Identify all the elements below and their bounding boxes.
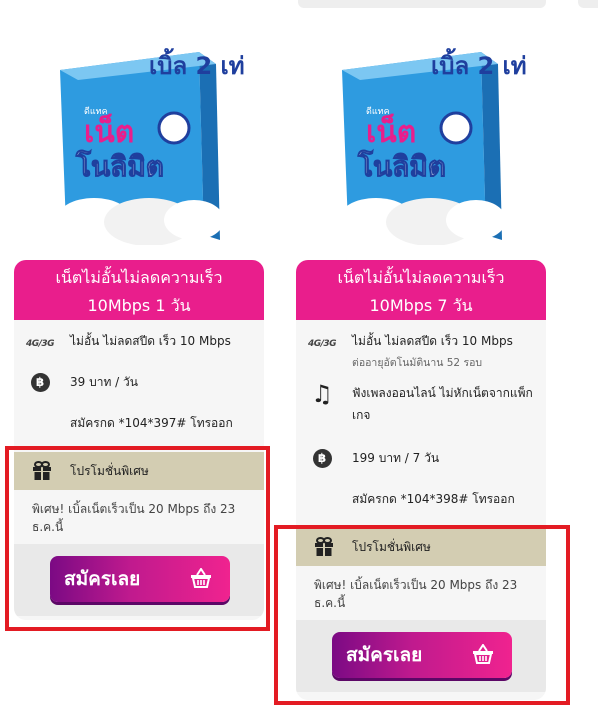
baht-coin-icon: ฿ <box>310 446 334 470</box>
svg-text:เน็ต: เน็ต <box>84 113 134 150</box>
cta-area: สมัครเลย <box>296 620 546 692</box>
feature-dial: สมัครกด *104*397# โทรออก <box>14 408 264 452</box>
package-panel: เน็ตไม่อั้นไม่ลดความเร็ว 10Mbps 7 วัน 4G… <box>296 260 546 700</box>
promo-label: โปรโมชั่นพิเศษ <box>352 540 431 554</box>
promo-label: โปรโมชั่นพิเศษ <box>70 464 149 478</box>
svg-text:โนลิมิต: โนลิมิต <box>357 149 446 183</box>
feature-price-text: 39 บาท / วัน <box>70 375 138 389</box>
feature-dial: สมัครกด *104*398# โทรออก <box>296 484 546 528</box>
feature-dial-text: สมัครกด *104*397# โทรออก <box>70 416 233 430</box>
package-speed-duration: 10Mbps 7 วัน <box>369 296 473 315</box>
svg-text:เบิ้ล 2 เท่า: เบิ้ล 2 เท่า <box>149 47 244 80</box>
feature-price-text: 199 บาท / 7 วัน <box>352 451 440 465</box>
feature-music-text: ฟังเพลงออนไลน์ ไม่หักเน็ตจากแพ็กเกจ <box>352 386 533 422</box>
baht-coin-icon: ฿ <box>28 370 52 394</box>
music-note-icon: ♫ <box>311 380 333 408</box>
gift-icon <box>315 537 333 556</box>
feature-speed-text: ไม่อั้น ไม่ลดสปีด เร็ว 10 Mbps <box>352 334 513 348</box>
feature-price: ฿ 199 บาท / 7 วัน <box>296 446 546 484</box>
network-4g-3g-icon: 4G/3G <box>25 339 55 349</box>
feature-speed-text: ไม่อั้น ไม่ลดสปีด เร็ว 10 Mbps <box>70 334 231 348</box>
subscribe-button[interactable]: สมัครเลย <box>50 556 230 602</box>
promo-detail: พิเศษ! เบิ้ลเน็ตเร็วเป็น 20 Mbps ถึง 23 … <box>14 490 264 544</box>
subscribe-button-label: สมัครเลย <box>64 568 141 590</box>
network-4g-3g-icon: 4G/3G <box>307 339 337 349</box>
package-title: เน็ตไม่อั้นไม่ลดความเร็ว <box>337 268 505 287</box>
promo-bar: โปรโมชั่นพิเศษ <box>296 528 546 566</box>
top-strip <box>298 0 546 8</box>
package-speed-duration: 10Mbps 1 วัน <box>87 296 191 315</box>
feature-speed: 4G/3G ไม่อั้น ไม่ลดสปีด เร็ว 10 Mbps <box>14 332 264 370</box>
subscribe-button-label: สมัครเลย <box>346 644 423 666</box>
subscribe-button[interactable]: สมัครเลย <box>332 632 512 678</box>
cta-area: สมัครเลย <box>14 544 264 616</box>
package-box-illustration: เบิ้ล 2 เท่า ดีแทค เน็ต โนลิมิต <box>338 47 526 245</box>
svg-text:เน็ต: เน็ต <box>366 113 416 150</box>
feature-music: ♫ ฟังเพลงออนไลน์ ไม่หักเน็ตจากแพ็กเกจ <box>296 382 546 446</box>
basket-icon <box>191 568 211 588</box>
package-panel: เน็ตไม่อั้นไม่ลดความเร็ว 10Mbps 1 วัน 4G… <box>14 260 264 620</box>
gift-icon <box>33 461 51 480</box>
package-title: เน็ตไม่อั้นไม่ลดความเร็ว <box>55 268 223 287</box>
feature-speed: 4G/3G ไม่อั้น ไม่ลดสปีด เร็ว 10 Mbps ต่อ… <box>296 332 546 382</box>
promo-detail: พิเศษ! เบิ้ลเน็ตเร็วเป็น 20 Mbps ถึง 23 … <box>296 566 546 620</box>
package-header: เน็ตไม่อั้นไม่ลดความเร็ว 10Mbps 7 วัน <box>296 260 546 320</box>
basket-icon <box>473 644 493 664</box>
package-box-illustration: เบิ้ล 2 เท่า ดีแทค เน็ต โนลิมิต <box>56 47 244 245</box>
feature-speed-subtext: ต่ออายุอัตโนมัตินาน 52 รอบ <box>352 357 483 369</box>
top-strip <box>578 0 598 8</box>
promo-bar: โปรโมชั่นพิเศษ <box>14 452 264 490</box>
svg-text:โนลิมิต: โนลิมิต <box>75 149 164 183</box>
svg-text:เบิ้ล 2 เท่า: เบิ้ล 2 เท่า <box>431 47 526 80</box>
feature-dial-text: สมัครกด *104*398# โทรออก <box>352 492 515 506</box>
package-header: เน็ตไม่อั้นไม่ลดความเร็ว 10Mbps 1 วัน <box>14 260 264 320</box>
feature-price: ฿ 39 บาท / วัน <box>14 370 264 408</box>
